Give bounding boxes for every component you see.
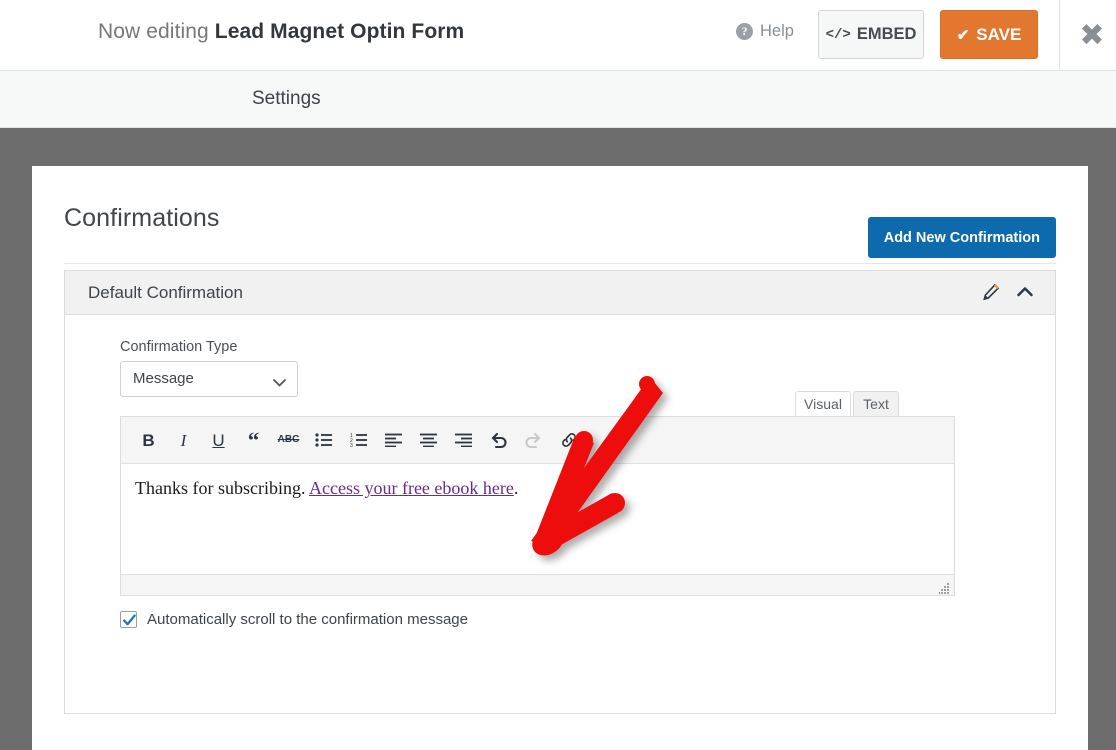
save-label: SAVE bbox=[976, 24, 1022, 44]
confirmation-type-select[interactable]: Message bbox=[120, 361, 298, 397]
code-brackets-icon: </> bbox=[825, 26, 851, 43]
tab-settings[interactable]: Settings bbox=[252, 88, 321, 110]
pencil-icon[interactable] bbox=[982, 283, 1000, 301]
rich-text-editor: B I U “ ABC 1 2 3 Thanks for subscribing… bbox=[120, 416, 955, 596]
check-icon: ✔ bbox=[956, 26, 970, 44]
editor-tab-visual[interactable]: Visual bbox=[795, 391, 851, 417]
resize-grip-icon[interactable] bbox=[938, 581, 950, 594]
numbered-list-icon[interactable]: 1 2 3 bbox=[342, 424, 375, 457]
editor-status-bar bbox=[121, 574, 954, 595]
settings-panel-card: Confirmations Add New Confirmation Defau… bbox=[32, 166, 1088, 750]
page-title-editing: Now editing Lead Magnet Optin Form bbox=[98, 20, 464, 44]
editor-content-area[interactable]: Thanks for subscribing. Access your free… bbox=[121, 464, 954, 574]
confirmation-type-value: Message bbox=[133, 370, 194, 387]
chevron-down-icon bbox=[273, 374, 286, 387]
confirmation-panel-title: Default Confirmation bbox=[88, 283, 243, 302]
bulleted-list-icon[interactable] bbox=[307, 424, 340, 457]
save-button[interactable]: ✔ SAVE bbox=[940, 10, 1038, 59]
toolbar-divider bbox=[1059, 0, 1060, 70]
confirmation-type-label: Confirmation Type bbox=[120, 339, 238, 355]
autoscroll-checkbox[interactable] bbox=[120, 611, 137, 628]
undo-icon[interactable] bbox=[482, 424, 515, 457]
form-name: Lead Magnet Optin Form bbox=[214, 20, 465, 43]
strikethrough-icon[interactable]: ABC bbox=[272, 424, 305, 457]
page-header: Confirmations Add New Confirmation bbox=[64, 192, 1056, 264]
editor-mode-tabs: Visual Text bbox=[795, 391, 899, 417]
underline-icon[interactable]: U bbox=[202, 424, 235, 457]
editor-content-link[interactable]: Access your free ebook here bbox=[309, 478, 514, 498]
blockquote-icon[interactable]: “ bbox=[237, 424, 270, 457]
embed-label: EMBED bbox=[856, 25, 917, 43]
page-title: Confirmations bbox=[64, 204, 220, 232]
default-confirmation-panel: Default Confirmation Confirmation Type M… bbox=[64, 270, 1056, 714]
italic-icon[interactable]: I bbox=[167, 424, 200, 457]
align-left-icon[interactable] bbox=[377, 424, 410, 457]
question-circle-icon: ? bbox=[736, 23, 753, 40]
insert-link-icon[interactable] bbox=[552, 424, 585, 457]
bold-icon[interactable]: B bbox=[132, 424, 165, 457]
top-bar: Now editing Lead Magnet Optin Form ? Hel… bbox=[0, 0, 1116, 71]
help-button[interactable]: ? Help bbox=[736, 22, 794, 41]
editor-text-before-link: Thanks for subscribing. bbox=[135, 478, 309, 498]
editing-prefix: Now editing bbox=[98, 20, 215, 43]
editor-tab-text[interactable]: Text bbox=[853, 391, 899, 417]
editor-toolbar: B I U “ ABC 1 2 3 bbox=[121, 417, 954, 464]
align-center-icon[interactable] bbox=[412, 424, 445, 457]
align-right-icon[interactable] bbox=[447, 424, 480, 457]
close-icon[interactable]: ✖ bbox=[1076, 21, 1108, 53]
autoscroll-label: Automatically scroll to the confirmation… bbox=[147, 611, 468, 628]
confirmation-panel-header: Default Confirmation bbox=[65, 271, 1055, 315]
help-label: Help bbox=[760, 22, 794, 40]
autoscroll-checkbox-row[interactable]: Automatically scroll to the confirmation… bbox=[120, 611, 468, 628]
chevron-up-icon[interactable] bbox=[1015, 282, 1035, 302]
embed-button[interactable]: </> EMBED bbox=[818, 10, 924, 59]
editor-text-after-link: . bbox=[513, 478, 519, 498]
tab-bar: Settings bbox=[0, 71, 1116, 128]
add-new-confirmation-button[interactable]: Add New Confirmation bbox=[867, 217, 1056, 258]
svg-text:3: 3 bbox=[350, 443, 353, 447]
redo-icon[interactable] bbox=[517, 424, 550, 457]
